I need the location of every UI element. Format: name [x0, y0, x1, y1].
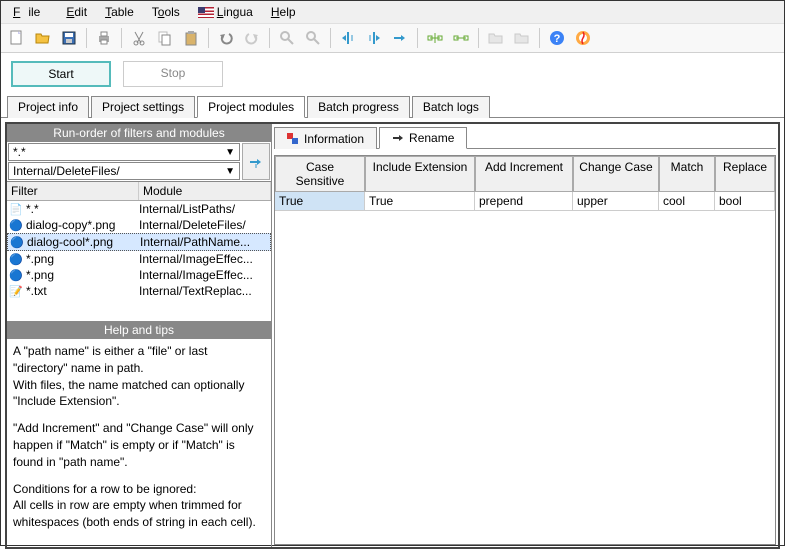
print-icon[interactable] [92, 26, 116, 50]
col-replace[interactable]: Replace [715, 156, 775, 192]
table-row[interactable]: 🔵*.pngInternal/ImageEffec... [7, 251, 271, 267]
folder2-icon[interactable] [510, 26, 534, 50]
menu-file[interactable]: File [5, 3, 56, 21]
open-icon[interactable] [31, 26, 55, 50]
arrow-right-icon [392, 132, 404, 144]
folder1-icon[interactable] [484, 26, 508, 50]
col-change-case[interactable]: Change Case [573, 156, 659, 192]
paste-icon[interactable] [179, 26, 203, 50]
rename-row[interactable]: True True prepend upper cool bool [275, 192, 775, 211]
collapse-icon[interactable] [449, 26, 473, 50]
text-icon: 📝 [9, 284, 23, 298]
rename-grid: Case Sensitive Include Extension Add Inc… [274, 155, 776, 545]
module-combo[interactable]: Internal/DeleteFiles/▼ [8, 162, 240, 180]
tab-rename[interactable]: Rename [379, 127, 467, 149]
toolbar: ? [1, 23, 784, 53]
table-row[interactable]: 📝*.txtInternal/TextReplac... [7, 283, 271, 299]
cut-icon[interactable] [127, 26, 151, 50]
col-include-extension[interactable]: Include Extension [365, 156, 475, 192]
stop-button[interactable]: Stop [123, 61, 223, 87]
filter-combo[interactable]: *.*▼ [8, 143, 240, 161]
help-panel: Help and tips A "path name" is either a … [7, 321, 271, 547]
image-icon: 🔵 [9, 268, 23, 282]
start-button[interactable]: Start [11, 61, 111, 87]
table-row[interactable]: 🔵dialog-copy*.pngInternal/DeleteFiles/ [7, 217, 271, 233]
image-icon: 🔵 [9, 252, 23, 266]
help-text: A "path name" is either a "file" or last… [7, 339, 271, 545]
main-tabs: Project info Project settings Project mo… [1, 95, 784, 118]
runorder-title: Run-order of filters and modules [7, 124, 271, 142]
help-title: Help and tips [7, 321, 271, 339]
tab-project-info[interactable]: Project info [7, 96, 89, 118]
expand-icon[interactable] [423, 26, 447, 50]
content-area: Run-order of filters and modules *.*▼ In… [5, 122, 780, 549]
menu-tools[interactable]: Tools [144, 3, 188, 21]
help-icon[interactable]: ? [545, 26, 569, 50]
menu-bar: File Edit Table Tools Lingua Help [1, 1, 784, 23]
table-row[interactable]: 🔵*.pngInternal/ImageEffec... [7, 267, 271, 283]
chevron-down-icon: ▼ [225, 147, 235, 158]
col-filter[interactable]: Filter [7, 182, 139, 200]
undo-icon[interactable] [214, 26, 238, 50]
tab-project-modules[interactable]: Project modules [197, 96, 305, 118]
col-match[interactable]: Match [659, 156, 715, 192]
cell-change-case[interactable]: upper [573, 192, 659, 211]
left-pane: Run-order of filters and modules *.*▼ In… [7, 124, 272, 547]
document-icon: 📄 [9, 202, 23, 216]
menu-table[interactable]: Table [97, 3, 142, 21]
save-icon[interactable] [57, 26, 81, 50]
insert-before-icon[interactable] [336, 26, 360, 50]
about-icon[interactable] [571, 26, 595, 50]
col-add-increment[interactable]: Add Increment [475, 156, 573, 192]
table-row[interactable]: 🔵dialog-cool*.pngInternal/PathName... [7, 233, 271, 251]
insert-after-icon[interactable] [362, 26, 386, 50]
tab-batch-progress[interactable]: Batch progress [307, 96, 410, 118]
svg-text:?: ? [554, 33, 561, 45]
menu-lingua[interactable]: Lingua [190, 3, 261, 21]
inner-tabs: Information Rename [274, 126, 776, 149]
col-module[interactable]: Module [139, 182, 271, 200]
image-icon: 🔵 [10, 235, 24, 249]
chevron-down-icon: ▼ [225, 166, 235, 177]
col-case-sensitive[interactable]: Case Sensitive [275, 156, 365, 192]
info-icon [287, 133, 299, 145]
modules-grid-body[interactable]: 📄*.*Internal/ListPaths/ 🔵dialog-copy*.pn… [7, 201, 271, 321]
tab-batch-logs[interactable]: Batch logs [412, 96, 490, 118]
image-icon: 🔵 [9, 218, 23, 232]
cell-case-sensitive[interactable]: True [275, 192, 365, 211]
menu-help[interactable]: Help [263, 3, 304, 21]
new-icon[interactable] [5, 26, 29, 50]
flag-icon [198, 7, 214, 18]
tab-project-settings[interactable]: Project settings [91, 96, 195, 118]
copy-icon[interactable] [153, 26, 177, 50]
modules-grid: Filter Module 📄*.*Internal/ListPaths/ 🔵d… [7, 181, 271, 321]
tab-information[interactable]: Information [274, 127, 377, 149]
cell-include-extension[interactable]: True [365, 192, 475, 211]
menu-edit[interactable]: Edit [58, 3, 95, 21]
control-row: Start Stop [1, 53, 784, 95]
add-module-button[interactable] [242, 143, 270, 180]
find-next-icon[interactable] [301, 26, 325, 50]
cell-match[interactable]: cool [659, 192, 715, 211]
cell-replace[interactable]: bool [715, 192, 775, 211]
table-row[interactable]: 📄*.*Internal/ListPaths/ [7, 201, 271, 217]
cell-add-increment[interactable]: prepend [475, 192, 573, 211]
redo-icon[interactable] [240, 26, 264, 50]
insert-row-icon[interactable] [388, 26, 412, 50]
find-icon[interactable] [275, 26, 299, 50]
right-pane: Information Rename Case Sensitive Includ… [272, 124, 778, 547]
